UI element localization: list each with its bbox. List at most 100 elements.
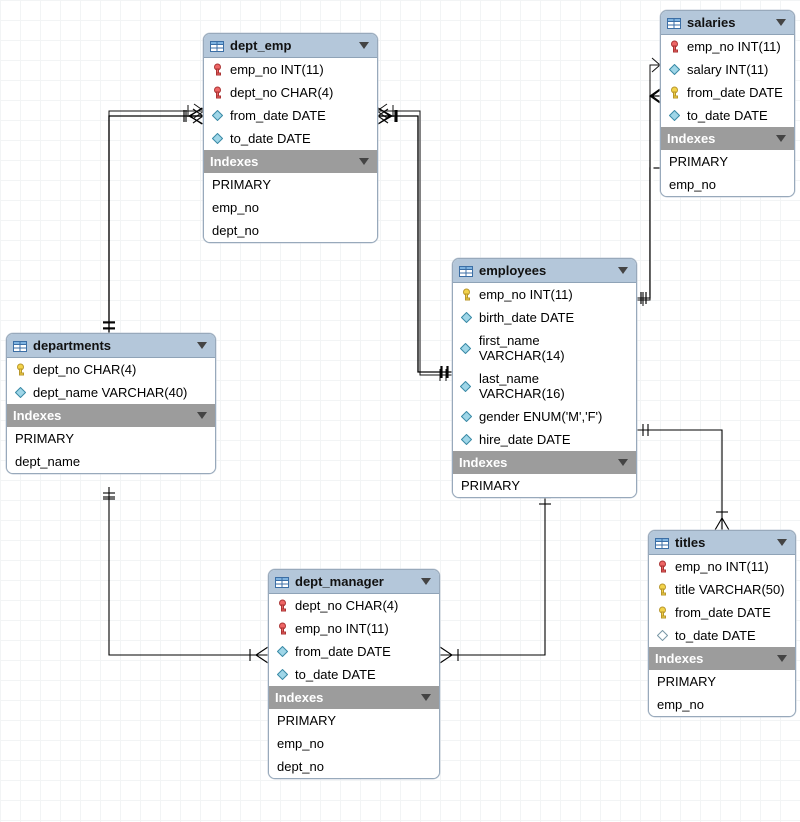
column-label: from_date DATE (295, 644, 391, 659)
indexes-label: Indexes (655, 651, 771, 666)
column-row: from_date DATE (661, 81, 794, 104)
diamond-icon (459, 312, 473, 323)
index-row: emp_no (269, 732, 439, 755)
diamond-icon (275, 646, 289, 657)
column-label: dept_no CHAR(4) (230, 85, 333, 100)
column-row: dept_no CHAR(4) (269, 594, 439, 617)
index-row: PRIMARY (661, 150, 794, 173)
column-row: from_date DATE (269, 640, 439, 663)
entity-header[interactable]: dept_manager (269, 570, 439, 594)
column-row: dept_name VARCHAR(40) (7, 381, 215, 404)
column-row: from_date DATE (204, 104, 377, 127)
columns: dept_no CHAR(4) emp_no INT(11) from_date… (269, 594, 439, 686)
entity-header[interactable]: dept_emp (204, 34, 377, 58)
column-label: from_date DATE (675, 605, 771, 620)
column-label: birth_date DATE (479, 310, 574, 325)
column-row: to_date DATE (649, 624, 795, 647)
chevron-down-icon (359, 42, 369, 49)
column-label: to_date DATE (295, 667, 376, 682)
column-row: emp_no INT(11) (269, 617, 439, 640)
indexes-header[interactable]: Indexes (7, 404, 215, 427)
indexes-header[interactable]: Indexes (649, 647, 795, 670)
column-label: emp_no INT(11) (675, 559, 769, 574)
column-label: emp_no INT(11) (295, 621, 389, 636)
entity-header[interactable]: departments (7, 334, 215, 358)
key-icon (210, 86, 224, 100)
key-icon (667, 86, 681, 100)
entity-title: dept_emp (230, 38, 353, 53)
indexes-header[interactable]: Indexes (269, 686, 439, 709)
chevron-down-icon (618, 459, 628, 466)
column-label: title VARCHAR(50) (675, 582, 785, 597)
diamond-icon (655, 630, 669, 641)
column-label: gender ENUM('M','F') (479, 409, 602, 424)
entity-title: departments (33, 338, 191, 353)
column-row: emp_no INT(11) (453, 283, 636, 306)
indexes-header[interactable]: Indexes (453, 451, 636, 474)
column-label: hire_date DATE (479, 432, 571, 447)
column-row: birth_date DATE (453, 306, 636, 329)
column-label: from_date DATE (687, 85, 783, 100)
column-row: emp_no INT(11) (204, 58, 377, 81)
chevron-down-icon (197, 412, 207, 419)
chevron-down-icon (777, 655, 787, 662)
column-row: to_date DATE (204, 127, 377, 150)
column-label: emp_no INT(11) (479, 287, 573, 302)
table-icon (13, 340, 27, 351)
entity-title: employees (479, 263, 612, 278)
diamond-icon (275, 669, 289, 680)
table-icon (275, 576, 289, 587)
diamond-icon (459, 343, 473, 354)
chevron-down-icon (618, 267, 628, 274)
chevron-down-icon (359, 158, 369, 165)
diamond-icon (459, 381, 473, 392)
entity-header[interactable]: employees (453, 259, 636, 283)
columns: emp_no INT(11) dept_no CHAR(4) from_date… (204, 58, 377, 150)
column-row: first_name VARCHAR(14) (453, 329, 636, 367)
indexes-label: Indexes (459, 455, 612, 470)
key-icon (13, 363, 27, 377)
key-icon (275, 599, 289, 613)
entity-dept-manager[interactable]: dept_manager dept_no CHAR(4) emp_no INT(… (268, 569, 440, 779)
entity-titles[interactable]: titles emp_no INT(11) title VARCHAR(50) … (648, 530, 796, 717)
entity-header[interactable]: titles (649, 531, 795, 555)
column-row: last_name VARCHAR(16) (453, 367, 636, 405)
columns: emp_no INT(11) salary INT(11) from_date … (661, 35, 794, 127)
diamond-icon (667, 64, 681, 75)
column-row: title VARCHAR(50) (649, 578, 795, 601)
column-row: emp_no INT(11) (661, 35, 794, 58)
entity-title: salaries (687, 15, 770, 30)
chevron-down-icon (421, 578, 431, 585)
column-row: dept_no CHAR(4) (7, 358, 215, 381)
column-label: last_name VARCHAR(16) (479, 371, 628, 401)
key-icon (275, 622, 289, 636)
index-row: dept_name (7, 450, 215, 473)
column-row: dept_no CHAR(4) (204, 81, 377, 104)
diamond-icon (13, 387, 27, 398)
column-label: dept_no CHAR(4) (33, 362, 136, 377)
column-label: to_date DATE (230, 131, 311, 146)
index-row: PRIMARY (204, 173, 377, 196)
columns: emp_no INT(11) birth_date DATE first_nam… (453, 283, 636, 451)
index-row: emp_no (204, 196, 377, 219)
index-row: PRIMARY (7, 427, 215, 450)
entity-title: dept_manager (295, 574, 415, 589)
entity-dept-emp[interactable]: dept_emp emp_no INT(11) dept_no CHAR(4) … (203, 33, 378, 243)
column-row: emp_no INT(11) (649, 555, 795, 578)
entity-employees[interactable]: employees emp_no INT(11) birth_date DATE… (452, 258, 637, 498)
entity-departments[interactable]: departments dept_no CHAR(4) dept_name VA… (6, 333, 216, 474)
entity-salaries[interactable]: salaries emp_no INT(11) salary INT(11) f… (660, 10, 795, 197)
indexes-header[interactable]: Indexes (204, 150, 377, 173)
table-icon (655, 537, 669, 548)
columns: dept_no CHAR(4) dept_name VARCHAR(40) (7, 358, 215, 404)
chevron-down-icon (777, 539, 787, 546)
index-row: PRIMARY (649, 670, 795, 693)
index-row: emp_no (649, 693, 795, 716)
column-label: emp_no INT(11) (687, 39, 781, 54)
table-icon (667, 17, 681, 28)
diamond-icon (459, 434, 473, 445)
column-label: salary INT(11) (687, 62, 768, 77)
entity-header[interactable]: salaries (661, 11, 794, 35)
chevron-down-icon (776, 19, 786, 26)
indexes-header[interactable]: Indexes (661, 127, 794, 150)
